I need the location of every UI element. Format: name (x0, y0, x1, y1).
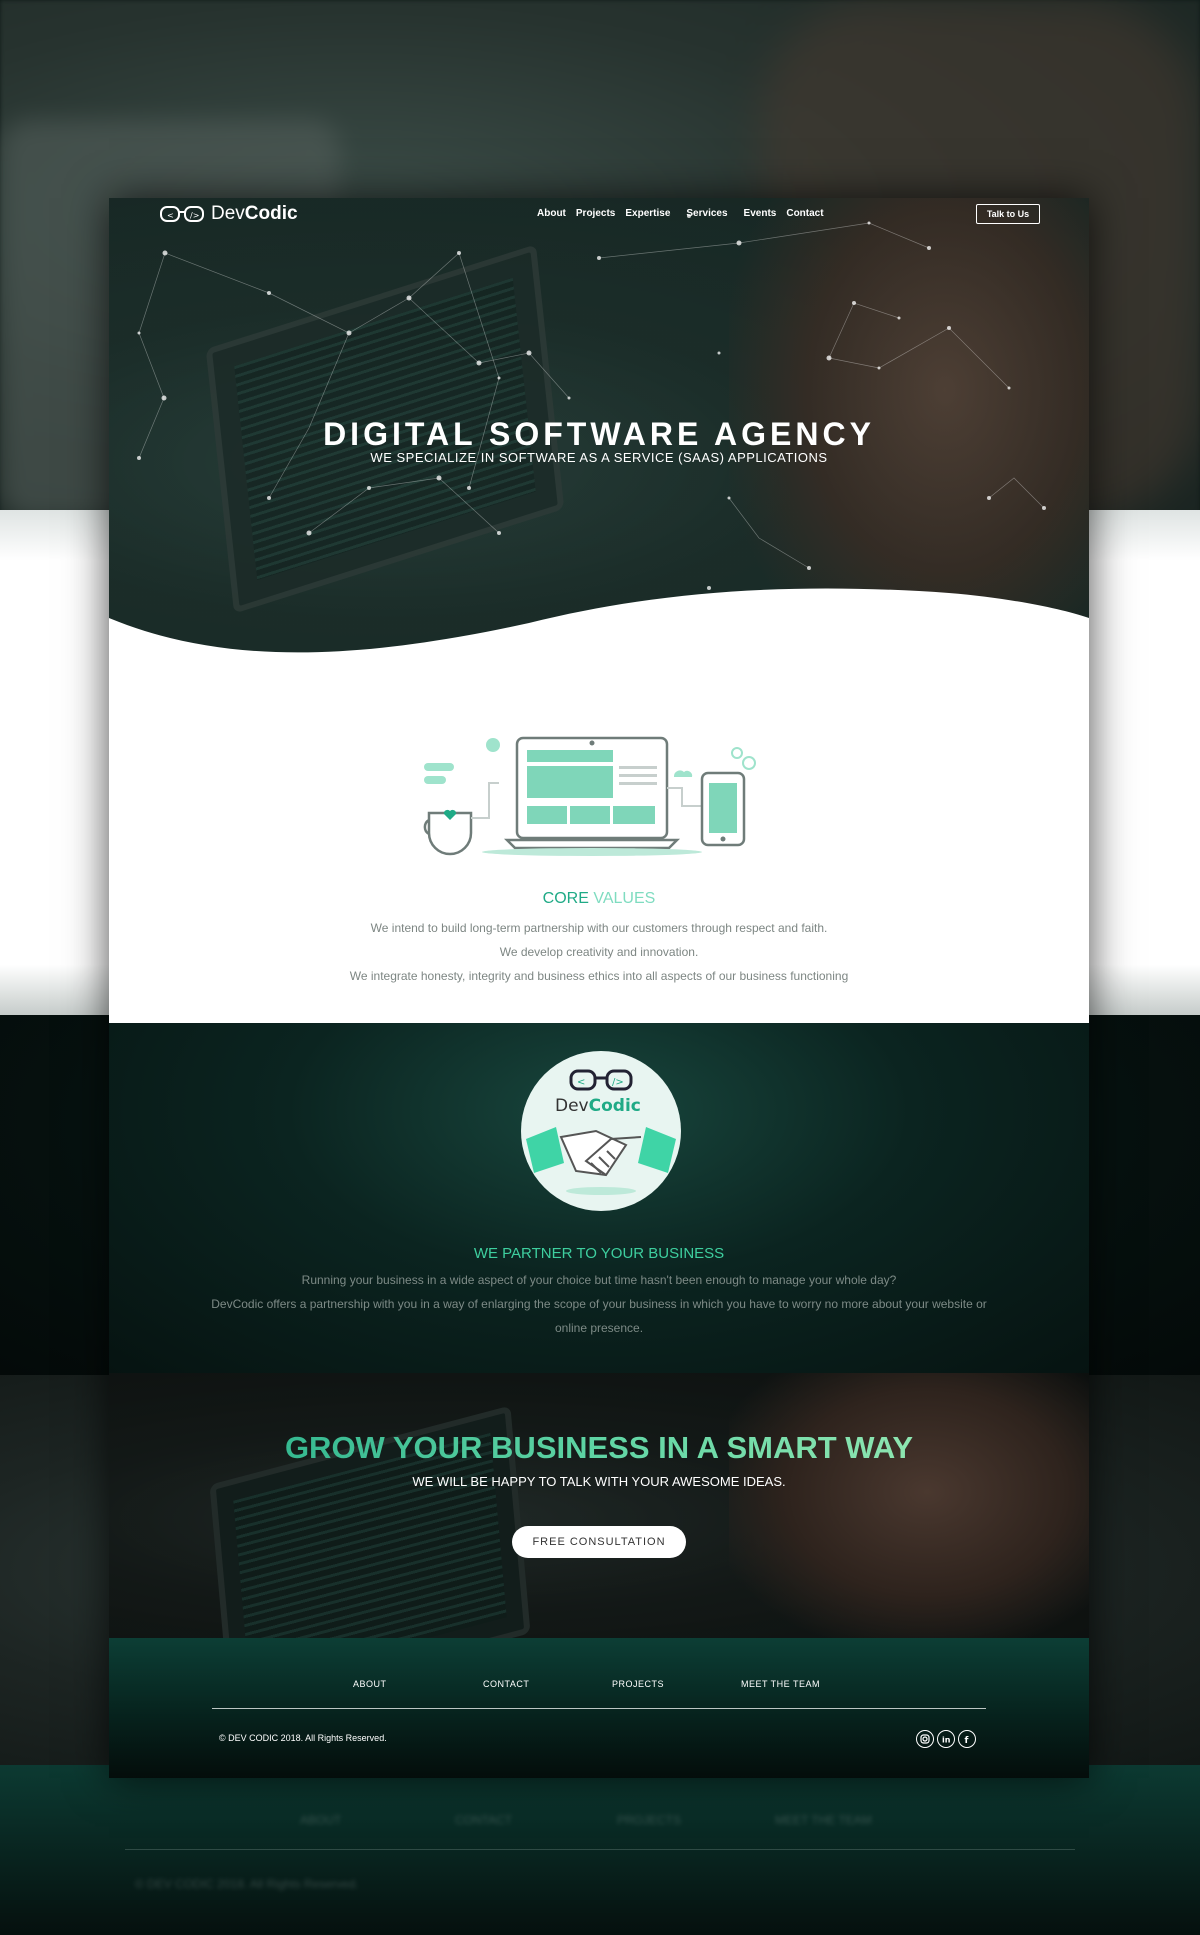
hero-wave-divider (109, 588, 1089, 678)
svg-text:/>: /> (612, 1077, 624, 1088)
svg-text:<: < (167, 211, 174, 220)
hero-subtitle: WE SPECIALIZE IN SOFTWARE AS A SERVICE (… (370, 450, 828, 465)
nav-services[interactable]: Services (686, 208, 727, 219)
partner-line: online presence. (554, 1321, 644, 1335)
grow-section: GROW YOUR BUSINESS IN A SMART WAY WE WIL… (109, 1373, 1089, 1638)
svg-text:f: f (965, 1736, 969, 1744)
footer-link-contact[interactable]: CONTACT (483, 1679, 529, 1689)
nav-projects[interactable]: Projects (576, 208, 615, 219)
partner-section: < /> DevCodic WE PARTNER TO YOUR BUSINES… (109, 1023, 1089, 1373)
devices-illustration (423, 736, 756, 856)
ghost-link: MEET THE TEAM (775, 1813, 872, 1827)
instagram-icon[interactable] (916, 1730, 934, 1748)
core-value-line: We develop creativity and innovation. (499, 945, 699, 959)
brand-logo[interactable]: < /> DevCodic (159, 203, 298, 225)
svg-text:<: < (577, 1077, 585, 1088)
svg-text:in: in (942, 1736, 951, 1745)
partner-line: Running your business in a wide aspect o… (301, 1273, 897, 1287)
talk-to-us-button[interactable]: Talk to Us (976, 204, 1040, 224)
footer-link-about[interactable]: ABOUT (353, 1679, 387, 1689)
handshake-icon: < /> DevCodic (526, 1069, 676, 1195)
svg-text:/>: /> (190, 211, 199, 220)
core-value-line: We intend to build long-term partnership… (370, 921, 828, 935)
grow-subtitle: WE WILL BE HAPPY TO TALK WITH YOUR AWESO… (412, 1474, 786, 1489)
glasses-logo-icon: < /> (160, 206, 204, 222)
partner-title: WE PARTNER TO YOUR BUSINESS (473, 1245, 725, 1262)
ghost-link: CONTACT (455, 1813, 513, 1827)
hero-section: < /> DevCodic About Projects Expertise S… (109, 198, 1089, 678)
nav-contact[interactable]: Contact (786, 208, 823, 219)
main-nav: About Projects Expertise Services Events… (537, 208, 834, 219)
grow-person-image (729, 1373, 1089, 1638)
footer-link-meet-the-team[interactable]: MEET THE TEAM (741, 1679, 820, 1689)
free-consultation-button[interactable]: FREE CONSULTATION (512, 1526, 686, 1558)
svg-text:DevCodic: DevCodic (555, 1096, 641, 1116)
nav-expertise[interactable]: Expertise (625, 208, 670, 219)
core-values-title: CORE VALUES (542, 890, 656, 907)
copyright-text: © DEV CODIC 2018. All Rights Reserved. (219, 1733, 387, 1743)
grow-title: GROW YOUR BUSINESS IN A SMART WAY (109, 1430, 1089, 1466)
core-value-line: We integrate honesty, integrity and busi… (349, 969, 849, 983)
facebook-icon[interactable]: f (958, 1730, 976, 1748)
ghost-copyright: © DEV CODIC 2018. All Rights Reserved. (135, 1877, 359, 1891)
nav-events[interactable]: Events (744, 208, 777, 219)
backdrop-footer: ABOUT CONTACT PROJECTS MEET THE TEAM © D… (0, 1765, 1200, 1935)
ghost-link: ABOUT (300, 1813, 342, 1827)
ghost-link: PROJECTS (617, 1813, 682, 1827)
nav-about[interactable]: About (537, 208, 566, 219)
footer: ABOUT CONTACT PROJECTS MEET THE TEAM © D… (109, 1638, 1089, 1778)
partner-handshake-logo: < /> DevCodic (521, 1051, 681, 1211)
footer-divider (212, 1708, 986, 1709)
brand-name: DevCodic (211, 203, 298, 224)
linkedin-icon[interactable]: in (937, 1730, 955, 1748)
page-card: < /> DevCodic About Projects Expertise S… (109, 198, 1089, 1778)
footer-link-projects[interactable]: PROJECTS (612, 1679, 664, 1689)
partner-line: DevCodic offers a partnership with you i… (211, 1297, 987, 1311)
hero-title: DIGITAL SOFTWARE AGENCY (323, 416, 875, 452)
